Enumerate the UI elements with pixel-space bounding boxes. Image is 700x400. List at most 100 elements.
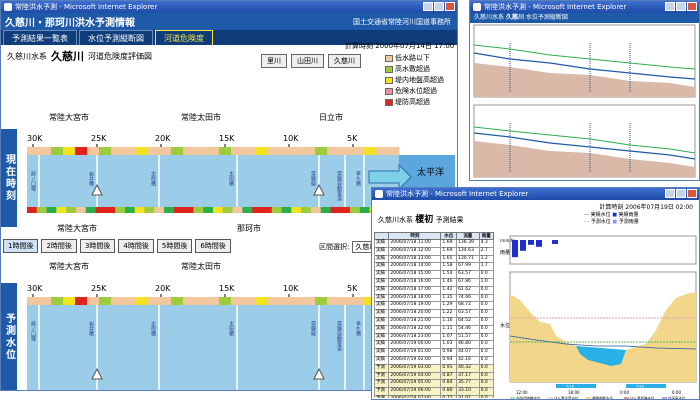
structure-label: 辰ノ口堰 [30, 321, 36, 341]
water-system-label: 久慈川水系 [378, 216, 413, 224]
table-cell: 1.58 [440, 262, 458, 272]
hour-button-3[interactable]: 3時間後 [79, 239, 116, 253]
table-cell: 0.0 [478, 340, 495, 350]
km-mark: 20K [155, 134, 171, 143]
hour-button-2[interactable]: 2時間後 [41, 239, 77, 253]
danger-segment [36, 207, 48, 213]
danger-segment [291, 207, 302, 213]
danger-segment [27, 147, 40, 155]
legend-label: 堤内地盤高超過 [395, 76, 444, 84]
table-cell: 40.32 [456, 363, 480, 373]
hour-button-5[interactable]: 5時間後 [156, 239, 193, 253]
table-cell: 51.57 [456, 332, 480, 342]
table-row: 実績 2006/07/18 15:00 1.54 63.57 0.0 [374, 270, 495, 279]
table-cell: 63.57 [456, 309, 480, 318]
table-cell: 実績 [374, 246, 390, 256]
table-cell: 67.86 [456, 277, 480, 287]
minimize-button[interactable] [665, 2, 675, 11]
table-cell: 31.01 [456, 394, 480, 398]
table-cell: 1.65 [440, 254, 458, 264]
forecast-calc-time: 計算時刻 2006年07月19日 02:00 [599, 204, 693, 211]
danger-segment [75, 147, 88, 155]
hour-button-1[interactable]: 1時間後 [3, 239, 39, 253]
river-button-yamada[interactable]: 山田川 [291, 54, 324, 68]
level-axis-label: 水位 [500, 322, 510, 329]
forecast-subtitle: 予測結果 [435, 216, 464, 224]
tab-water-level-profile[interactable]: 水位予測縦断図 [79, 30, 153, 45]
danger-segment [243, 297, 256, 305]
danger-segment [159, 147, 172, 155]
table-cell: 実績 [374, 239, 390, 248]
profile-window-titlebar[interactable]: 常陸洪水予測 - Microsoft Internet Explorer [470, 1, 699, 13]
legend-label: 低水路以下 [395, 54, 430, 62]
danger-segment [315, 297, 328, 305]
structure-label: 常磐線 [310, 170, 316, 186]
profile-window: 常陸洪水予測 - Microsoft Internet Explorer 久慈川… [469, 0, 700, 181]
danger-segment [164, 207, 175, 213]
close-button[interactable] [445, 2, 455, 11]
ie-icon [473, 3, 481, 11]
legend-item: 堤内地盤高超過 [385, 75, 444, 86]
river-button-kuji[interactable]: 久慈川 [328, 54, 361, 68]
profile-subtitle: 水位予測縦断図 [525, 14, 568, 21]
km-mark: 30K [27, 284, 43, 293]
rain-axis-label: 雨量 [500, 249, 510, 256]
river-button-sato[interactable]: 里川 [261, 54, 287, 68]
tab-forecast-list[interactable]: 予測結果一覧表 [3, 30, 77, 45]
table-row: 実績 2006/07/19 01:00 0.98 44.07 0.0 [374, 348, 495, 357]
table-cell: 0.0 [478, 371, 495, 381]
forecast-window: 常陸洪水予測 - Microsoft Internet Explorer 計算時… [371, 187, 700, 400]
km-mark: 30K [27, 134, 43, 143]
structure-label: 太郎橋 [150, 320, 156, 337]
water-system-label: 久慈川水系 [474, 14, 505, 21]
table-header-cell [374, 232, 390, 240]
threshold-label: 避難判断水位 [592, 396, 613, 400]
threshold-label: 水防団待機水位 [516, 396, 541, 400]
table-cell: 2006/07/18 14:00 [388, 262, 442, 272]
maximize-button[interactable] [434, 2, 444, 11]
table-cell: 0.0 [478, 285, 495, 295]
table-cell: 37.17 [456, 371, 480, 381]
table-cell: 実績 [374, 270, 390, 279]
rain-bar [536, 240, 542, 247]
danger-segment [203, 207, 214, 213]
table-cell: 0.0 [478, 293, 495, 303]
table-cell: 0.0 [478, 348, 495, 357]
structure-label: 岩井橋 [88, 170, 94, 187]
ie-icon [4, 3, 12, 11]
table-cell: 1.11 [440, 324, 458, 334]
table-cell: 0.77 [440, 394, 458, 398]
minimize-button[interactable] [665, 189, 675, 198]
danger-segment [315, 147, 328, 155]
hour-button-6[interactable]: 6時間後 [195, 239, 231, 253]
table-row: 実績 2006/07/19 02:00 0.94 42.16 0.0 [374, 355, 495, 365]
table-cell: 実績 [374, 332, 390, 342]
legend-item: - - 予測水位 ■ 予測雨量 [584, 219, 639, 225]
table-cell: 2.7 [478, 246, 495, 256]
close-button[interactable] [687, 189, 697, 198]
danger-segment [207, 297, 220, 305]
km-axis: 30K 25K 20K 15K 10K 5K [27, 284, 358, 299]
danger-segment [134, 207, 145, 213]
table-row: 実績 2006/07/18 17:00 1.42 61.62 0.0 [374, 285, 495, 295]
table-row: 実績 2006/07/18 23:00 1.07 51.57 0.0 [374, 332, 495, 342]
tab-river-danger[interactable]: 河道危険度 [155, 30, 213, 45]
danger-segment [279, 297, 292, 305]
legend-item: 堤防高超過 [385, 97, 444, 108]
maximize-button[interactable] [676, 2, 686, 11]
structure-label: 太郎橋 [150, 170, 156, 187]
table-cell: 0.0 [478, 387, 495, 396]
water-system-label: 久慈川水系 [7, 51, 47, 61]
maximize-button[interactable] [676, 189, 686, 198]
table-header-cell: 水位 [440, 232, 458, 240]
hour-button-4[interactable]: 4時間後 [118, 239, 154, 253]
table-cell: 130.71 [456, 254, 480, 264]
structure-label: 常磐自動車道 [336, 320, 342, 352]
table-row: 実績 2006/07/18 20:00 1.22 63.57 0.0 [374, 309, 495, 318]
minimize-button[interactable] [423, 2, 433, 11]
main-window-titlebar[interactable]: 常陸洪水予測 - Microsoft Internet Explorer [1, 1, 457, 13]
forecast-window-titlebar[interactable]: 常陸洪水予測 - Microsoft Internet Explorer [372, 188, 699, 200]
rain-bar [512, 240, 518, 258]
danger-segment [147, 147, 160, 155]
close-button[interactable] [687, 2, 697, 11]
